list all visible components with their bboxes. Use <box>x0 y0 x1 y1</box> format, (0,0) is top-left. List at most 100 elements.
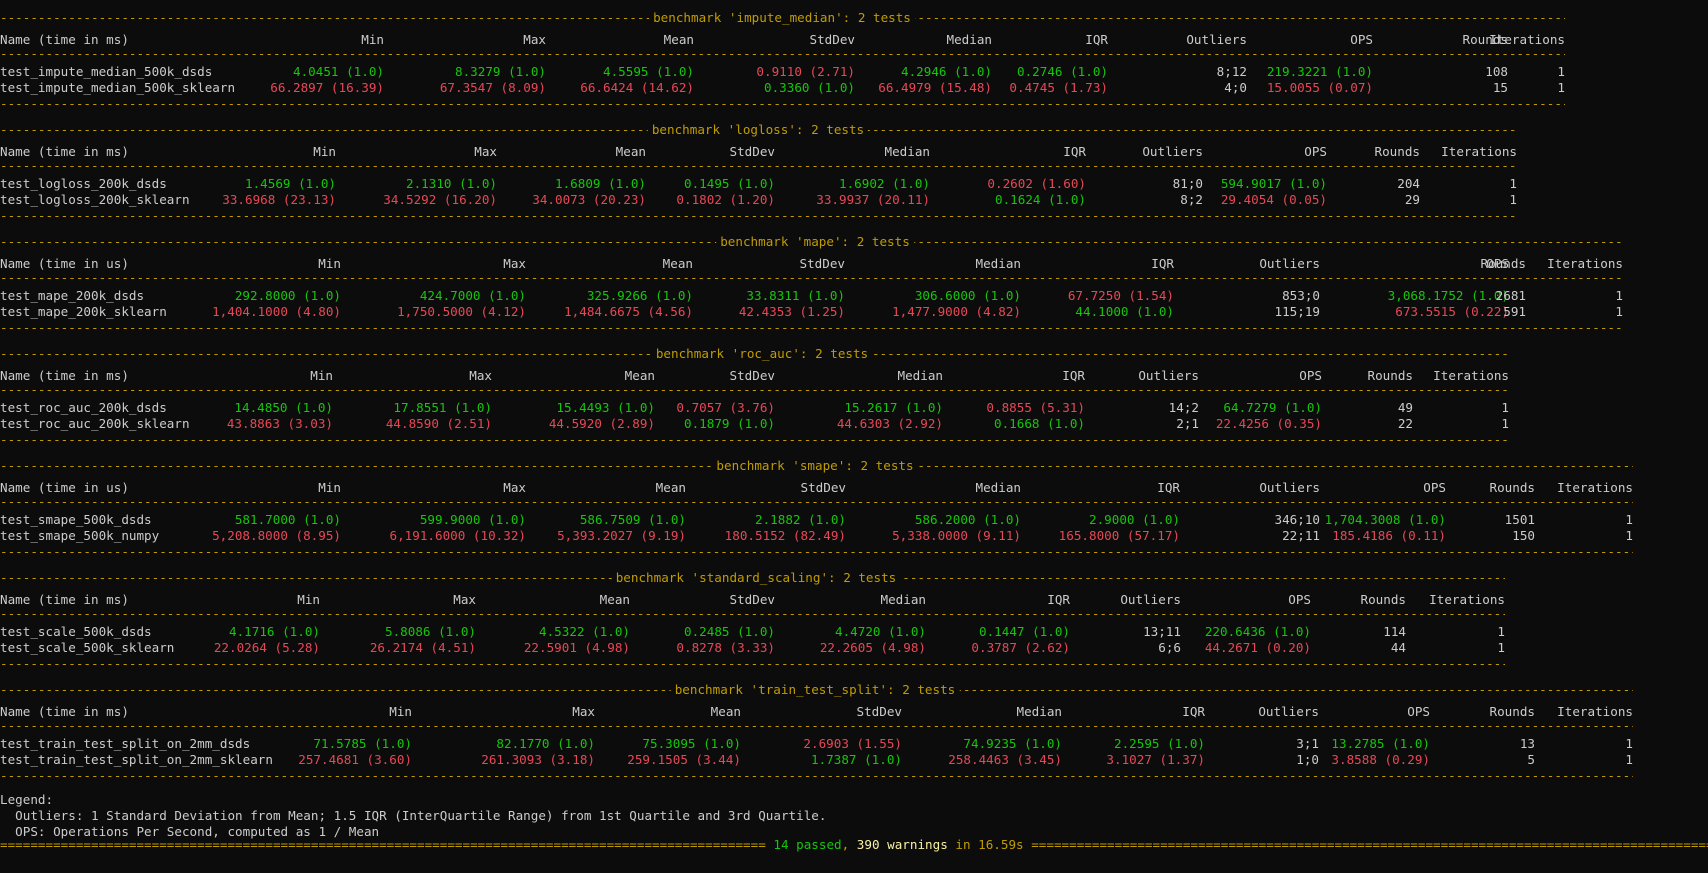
cell-max: 6,191.6000 (10.32) <box>389 528 526 543</box>
cell-stddev: 180.5152 (82.49) <box>724 528 846 543</box>
test-summary-line: ========================================… <box>0 837 1708 853</box>
cell-mean: 75.3095 (1.0) <box>642 736 741 751</box>
cell-rounds: 44 <box>1390 640 1406 655</box>
cell-iqr: 2.9000 (1.0) <box>1089 512 1180 527</box>
cell-median: 586.2000 (1.0) <box>914 512 1021 527</box>
dashed-rule: ----------------------------------------… <box>0 432 1509 447</box>
cell-iterations: 1 <box>1557 64 1565 79</box>
cell-rounds: 5 <box>1527 752 1535 767</box>
cell-rounds: 591 <box>1503 304 1526 319</box>
cell-median: 258.4463 (3.45) <box>948 752 1062 767</box>
benchmark-title: benchmark 'logloss': 2 tests <box>647 122 869 138</box>
cell-mean: 259.1505 (3.44) <box>627 752 741 767</box>
cell-iqr: 2.2595 (1.0) <box>1114 736 1205 751</box>
cell-max: 26.2174 (4.51) <box>369 640 476 655</box>
cell-rounds: 49 <box>1397 400 1413 415</box>
cell-iterations: 1 <box>1615 304 1623 319</box>
test-name: test_mape_200k_sklearn <box>0 304 167 319</box>
cell-max: 17.8551 (1.0) <box>393 400 492 415</box>
cell-iqr: 67.7250 (1.54) <box>1067 288 1174 303</box>
terminal-output: ----------------------------------------… <box>0 0 1708 873</box>
cell-iterations: 1 <box>1501 416 1509 431</box>
summary-separator: , <box>841 837 857 852</box>
cell-iterations: 1 <box>1615 288 1623 303</box>
cell-ops: 594.9017 (1.0) <box>1220 176 1327 191</box>
test-name: test_smape_500k_numpy <box>0 528 160 543</box>
cell-min: 292.8000 (1.0) <box>234 288 341 303</box>
cell-median: 4.2946 (1.0) <box>901 64 992 79</box>
cell-outliers: 6;6 <box>1158 640 1181 655</box>
cell-min: 257.4681 (3.60) <box>298 752 412 767</box>
cell-median: 44.6303 (2.92) <box>836 416 943 431</box>
cell-stddev: 0.8278 (3.33) <box>676 640 775 655</box>
cell-iqr: 0.1447 (1.0) <box>979 624 1070 639</box>
cell-max: 34.5292 (16.20) <box>383 192 497 207</box>
cell-mean: 4.5322 (1.0) <box>539 624 630 639</box>
dashed-rule: ----------------------------------------… <box>0 768 1633 783</box>
cell-stddev: 2.1882 (1.0) <box>755 512 846 527</box>
test-name: test_mape_200k_dsds <box>0 288 145 303</box>
cell-median: 1.6902 (1.0) <box>839 176 930 191</box>
cell-mean: 44.5920 (2.89) <box>548 416 655 431</box>
cell-mean: 5,393.2027 (9.19) <box>557 528 686 543</box>
cell-outliers: 853;0 <box>1282 288 1320 303</box>
cell-stddev: 0.1879 (1.0) <box>684 416 775 431</box>
benchmark-title: benchmark 'smape': 2 tests <box>712 458 918 474</box>
cell-iqr: 165.8000 (57.17) <box>1058 528 1180 543</box>
cell-stddev: 0.7057 (3.76) <box>676 400 775 415</box>
dashed-rule: ----------------------------------------… <box>0 544 1633 559</box>
cell-mean: 22.5901 (4.98) <box>523 640 630 655</box>
cell-mean: 34.0073 (20.23) <box>532 192 646 207</box>
cell-iqr: 0.4745 (1.73) <box>1009 80 1108 95</box>
cell-outliers: 4;0 <box>1224 80 1247 95</box>
cell-mean: 586.7509 (1.0) <box>579 512 686 527</box>
cell-mean: 1.6809 (1.0) <box>555 176 646 191</box>
cell-rounds: 29 <box>1404 192 1420 207</box>
cell-outliers: 3;1 <box>1296 736 1319 751</box>
test-name: test_roc_auc_200k_sklearn <box>0 416 190 431</box>
cell-rounds: 204 <box>1397 176 1420 191</box>
cell-iqr: 0.2746 (1.0) <box>1017 64 1108 79</box>
benchmark-title: benchmark 'standard_scaling': 2 tests <box>611 570 901 586</box>
benchmark-title: benchmark 'mape': 2 tests <box>716 234 914 250</box>
cell-iqr: 44.1000 (1.0) <box>1075 304 1174 319</box>
cell-ops: 3,068.1752 (1.0) <box>1387 288 1509 303</box>
cell-mean: 325.9266 (1.0) <box>586 288 693 303</box>
test-name: test_logloss_200k_sklearn <box>0 192 190 207</box>
cell-ops: 15.0055 (0.07) <box>1266 80 1373 95</box>
cell-rounds: 150 <box>1512 528 1535 543</box>
cell-ops: 1,704.3008 (1.0) <box>1324 512 1446 527</box>
cell-outliers: 8;12 <box>1216 64 1247 79</box>
cell-outliers: 22;11 <box>1282 528 1320 543</box>
cell-ops: 219.3221 (1.0) <box>1266 64 1373 79</box>
cell-iqr: 3.1027 (1.37) <box>1106 752 1205 767</box>
cell-min: 1.4569 (1.0) <box>245 176 336 191</box>
cell-min: 71.5785 (1.0) <box>313 736 412 751</box>
cell-iterations: 1 <box>1557 80 1565 95</box>
cell-outliers: 115;19 <box>1274 304 1321 319</box>
cell-ops: 185.4186 (0.11) <box>1332 528 1446 543</box>
cell-min: 43.8863 (3.03) <box>226 416 333 431</box>
cell-iterations: 1 <box>1497 624 1505 639</box>
cell-min: 66.2897 (16.39) <box>270 80 384 95</box>
test-name: test_roc_auc_200k_dsds <box>0 400 167 415</box>
dashed-rule: ----------------------------------------… <box>0 656 1505 671</box>
cell-ops: 29.4054 (0.05) <box>1220 192 1327 207</box>
cell-rounds: 22 <box>1397 416 1413 431</box>
cell-max: 2.1310 (1.0) <box>406 176 497 191</box>
passed-count: 14 passed <box>773 837 842 852</box>
cell-mean: 66.6424 (14.62) <box>580 80 694 95</box>
cell-ops: 673.5515 (0.22) <box>1395 304 1509 319</box>
cell-median: 22.2605 (4.98) <box>819 640 926 655</box>
test-name: test_impute_median_500k_sklearn <box>0 80 236 95</box>
cell-min: 4.0451 (1.0) <box>293 64 384 79</box>
cell-rounds: 15 <box>1492 80 1508 95</box>
cell-iterations: 1 <box>1509 176 1517 191</box>
benchmark-title: benchmark 'impute_median': 2 tests <box>649 10 915 26</box>
test-name: test_impute_median_500k_dsds <box>0 64 213 79</box>
test-name: test_scale_500k_dsds <box>0 624 152 639</box>
cell-min: 14.4850 (1.0) <box>234 400 333 415</box>
cell-max: 5.8086 (1.0) <box>385 624 476 639</box>
summary-rule-right: ========================================… <box>1031 837 1708 852</box>
cell-iqr: 0.3787 (2.62) <box>971 640 1070 655</box>
